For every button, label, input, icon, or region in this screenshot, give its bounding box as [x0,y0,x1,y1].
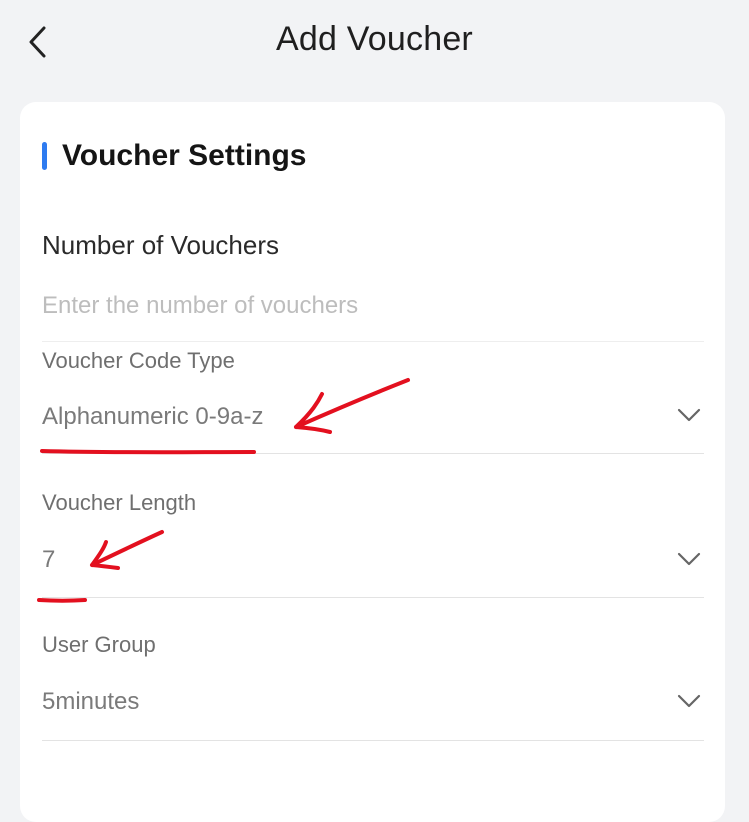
user-group-label: User Group [42,632,156,657]
voucher-code-type-value[interactable]: Alphanumeric 0-9a-z [42,403,263,431]
number-of-vouchers-input[interactable]: Enter the number of vouchers [42,292,358,320]
section-title: Voucher Settings [62,139,307,172]
divider [42,597,704,598]
voucher-settings-card: Voucher Settings Number of Vouchers Ente… [20,102,725,822]
chevron-down-icon[interactable] [674,544,704,574]
voucher-code-type-field[interactable]: Voucher Code Type Alphanumeric 0-9a-z [42,348,704,454]
number-of-vouchers-field: Number of Vouchers Enter the number of v… [42,230,704,342]
divider [42,453,704,454]
divider [42,740,704,741]
chevron-down-icon[interactable] [674,400,704,430]
number-of-vouchers-label: Number of Vouchers [42,230,280,260]
voucher-length-value[interactable]: 7 [42,546,55,574]
voucher-code-type-label: Voucher Code Type [42,348,235,373]
voucher-length-label: Voucher Length [42,490,197,515]
divider [42,341,704,342]
user-group-field[interactable]: User Group 5minutes [42,632,704,742]
voucher-length-field[interactable]: Voucher Length 7 [42,490,704,598]
chevron-down-icon[interactable] [674,686,704,716]
page-title: Add Voucher [276,20,473,58]
app-header: Add Voucher [0,0,749,84]
user-group-value[interactable]: 5minutes [42,688,139,716]
section-accent-bar [42,142,47,170]
